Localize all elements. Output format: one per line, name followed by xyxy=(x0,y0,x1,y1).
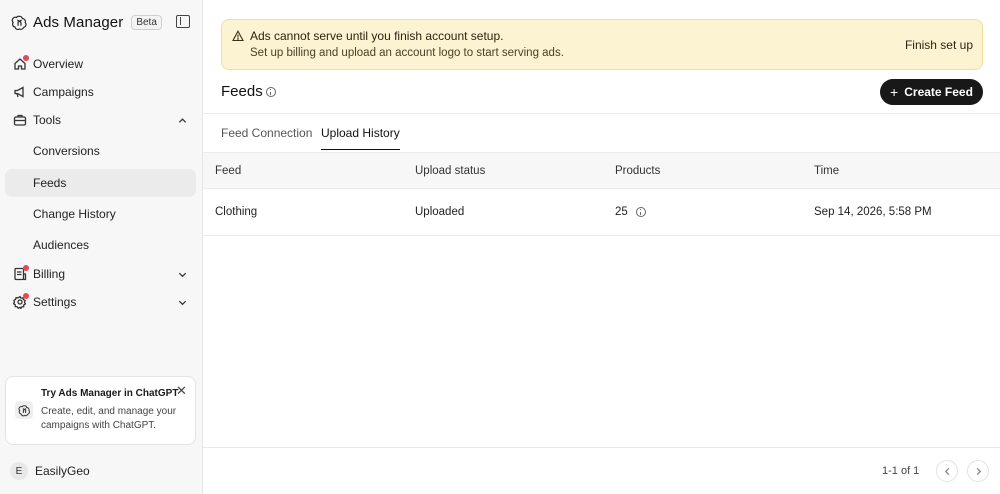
sidebar-item-settings[interactable]: Settings xyxy=(5,288,196,316)
notification-dot xyxy=(23,293,29,299)
chevron-left-icon xyxy=(944,467,949,475)
megaphone-icon xyxy=(14,86,24,98)
plus-icon: + xyxy=(890,84,899,100)
sidebar-toggle-icon[interactable] xyxy=(176,15,190,28)
avatar: E xyxy=(10,462,28,480)
sidebar: Ads Manager Beta Overview Campaigns Tool… xyxy=(0,0,203,494)
column-header-time[interactable]: Time xyxy=(814,165,839,177)
banner-title: Ads cannot serve until you finish accoun… xyxy=(250,29,504,43)
sidebar-item-overview[interactable]: Overview xyxy=(5,50,196,78)
banner-body: Set up billing and upload an account log… xyxy=(250,47,564,59)
page-title: Feeds xyxy=(221,83,263,100)
sidebar-item-audiences[interactable]: Audiences xyxy=(5,231,196,259)
sidebar-item-tools[interactable]: Tools xyxy=(5,106,196,134)
notification-dot xyxy=(23,55,29,61)
table-header: Feed Upload status Products Time xyxy=(203,152,1000,189)
sidebar-item-label: Billing xyxy=(33,267,66,281)
toolbox-icon xyxy=(13,114,27,126)
chevron-up-icon xyxy=(178,118,187,123)
chevron-right-icon xyxy=(976,467,981,475)
sidebar-item-conversions[interactable]: Conversions xyxy=(5,137,196,165)
warning-icon xyxy=(232,30,244,42)
pagination-info: 1-1 of 1 xyxy=(882,465,920,477)
close-icon[interactable]: ✕ xyxy=(176,384,187,397)
sidebar-item-label: Feeds xyxy=(33,176,67,190)
sidebar-item-label: Settings xyxy=(33,295,77,309)
chatgpt-promo-card[interactable]: Try Ads Manager in ChatGPT Create, edit,… xyxy=(5,376,196,445)
column-header-upload-status[interactable]: Upload status xyxy=(415,165,485,177)
create-feed-button[interactable]: + Create Feed xyxy=(880,79,983,105)
sidebar-item-label: Tools xyxy=(33,113,62,127)
user-account[interactable]: E EasilyGeo xyxy=(10,462,90,480)
next-page-button[interactable] xyxy=(967,460,989,482)
column-header-products[interactable]: Products xyxy=(615,165,660,177)
previous-page-button[interactable] xyxy=(936,460,958,482)
beta-badge: Beta xyxy=(131,14,162,30)
promo-body: Create, edit, and manage your campaigns … xyxy=(41,406,177,431)
cell-time: Sep 14, 2026, 5:58 PM xyxy=(814,206,932,218)
info-icon[interactable] xyxy=(636,207,646,217)
notification-dot xyxy=(23,265,29,271)
promo-title: Try Ads Manager in ChatGPT xyxy=(41,388,179,399)
user-name: EasilyGeo xyxy=(35,464,90,478)
tab-feed-connection[interactable]: Feed Connection xyxy=(221,126,312,150)
chevron-down-icon xyxy=(178,272,187,278)
sidebar-item-label: Overview xyxy=(33,57,84,71)
chevron-down-icon xyxy=(178,300,187,306)
chatgpt-logo-icon xyxy=(15,401,33,419)
tab-upload-history[interactable]: Upload History xyxy=(321,126,400,150)
divider xyxy=(203,447,1000,448)
sidebar-item-label: Change History xyxy=(33,207,116,221)
create-feed-label: Create Feed xyxy=(904,85,973,99)
sidebar-item-label: Conversions xyxy=(33,144,100,158)
sidebar-item-billing[interactable]: Billing xyxy=(5,260,196,288)
app-title: Ads Manager xyxy=(33,13,124,31)
sidebar-item-campaigns[interactable]: Campaigns xyxy=(5,78,196,106)
sidebar-item-feeds[interactable]: Feeds xyxy=(5,169,196,197)
sidebar-item-label: Audiences xyxy=(33,238,90,252)
divider xyxy=(203,113,1000,114)
brand[interactable]: Ads Manager Beta xyxy=(11,11,162,33)
sidebar-item-label: Campaigns xyxy=(33,85,94,99)
sidebar-item-change-history[interactable]: Change History xyxy=(5,200,196,228)
cell-feed: Clothing xyxy=(215,206,258,218)
setup-warning-banner: Ads cannot serve until you finish accoun… xyxy=(221,19,983,70)
cell-upload-status: Uploaded xyxy=(415,206,465,218)
table-row[interactable]: Clothing Uploaded 25 Sep 14, 2026, 5:58 … xyxy=(203,189,1000,236)
cell-products: 25 xyxy=(615,206,628,218)
column-header-feed[interactable]: Feed xyxy=(215,165,241,177)
finish-setup-button[interactable]: Finish set up xyxy=(905,38,973,52)
openai-logo-icon xyxy=(11,14,28,31)
info-icon[interactable] xyxy=(266,87,276,97)
